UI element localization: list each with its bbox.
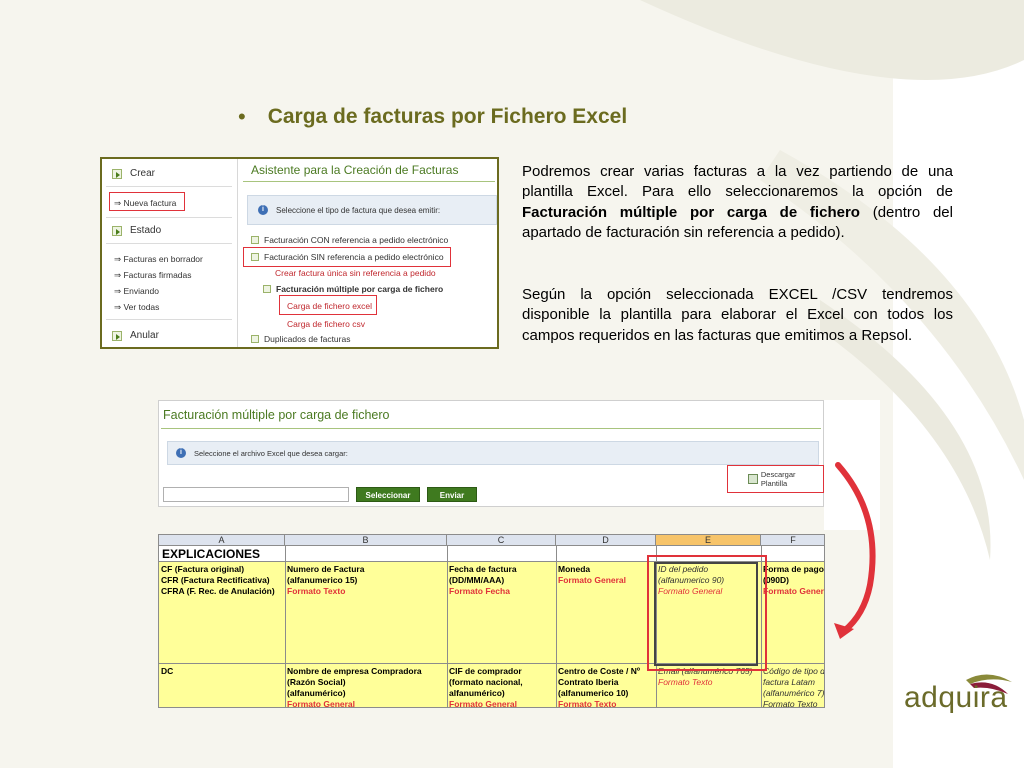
cell-c2: Fecha de factura (DD/MM/AAA) Formato Fec… [449,564,517,596]
menu-item-ver-todas[interactable]: ⇒ Ver todas [114,302,159,313]
left-menu: Crear ⇒ Nueva factura Estado ⇒ Facturas … [102,159,238,347]
expand-arrow-icon [112,330,122,341]
paragraph-2: Según la opción seleccionada EXCEL /CSV … [522,286,953,344]
option-factura-unica[interactable]: Crear factura única sin referencia a ped… [275,268,436,278]
slide-title-row: • Carga de facturas por Fichero Excel [238,104,627,130]
title-bullet: • [238,104,246,129]
select-file-button[interactable]: Seleccionar [356,487,420,502]
menu-item-borrador[interactable]: ⇒ Facturas en borrador [114,254,203,265]
divider [106,186,232,187]
wizard-info-box: i Seleccione el tipo de factura que dese… [247,195,497,225]
column-header-d: D [556,535,656,546]
wizard-screenshot: Crear ⇒ Nueva factura Estado ⇒ Facturas … [100,157,499,349]
download-template-link[interactable]: Descargar Plantilla [727,465,824,493]
info-icon: i [258,205,268,215]
expand-arrow-icon [263,285,271,293]
expand-arrow-icon [112,168,122,179]
column-header-a: A [159,535,285,546]
option-fichero-excel[interactable]: Carga de fichero excel [287,301,372,311]
divider [243,181,495,182]
divider [161,428,821,429]
option-fichero-csv[interactable]: Carga de fichero csv [287,319,365,329]
upload-header: Facturación múltiple por carga de ficher… [163,408,390,422]
paragraph-1: Podremos crear varias facturas a la vez … [522,163,953,241]
excel-file-icon [748,474,758,484]
expand-arrow-icon [251,236,259,244]
cell-d2: Moneda Formato General [558,564,627,585]
option-con-referencia[interactable]: Facturación CON referencia a pedido elec… [251,235,448,245]
menu-item-enviando[interactable]: ⇒ Enviando [114,286,159,297]
cell-b3: Nombre de empresa Compradora (Razón Soci… [287,666,422,708]
option-duplicados[interactable]: Duplicados de facturas [251,334,350,344]
column-header-e: E [656,535,761,546]
upload-info-box: i Seleccione el archivo Excel que desea … [167,441,819,465]
menu-item-firmadas[interactable]: ⇒ Facturas firmadas [114,270,192,281]
upload-screenshot: Facturación múltiple por carga de ficher… [158,400,824,507]
wizard-header: Asistente para la Creación de Facturas [251,163,459,177]
file-path-input[interactable] [163,487,349,502]
wizard-panel: Asistente para la Creación de Facturas i… [239,159,497,347]
menu-item-nueva-factura[interactable]: ⇒ Nueva factura [114,198,176,209]
column-header-f: F [761,535,824,546]
cell-f3: Código de tipo de factura Latam (alfanum… [763,666,825,708]
menu-section-crear[interactable]: Crear [112,168,155,179]
cell-c3: CIF de comprador (formato nacional, alfa… [449,666,523,708]
cell-b2: Numero de Factura (alfanumerico 15) Form… [287,564,365,596]
bold-option: Facturación múltiple por carga de ficher… [522,203,860,221]
cell-f2: Forma de pago (090D) Formato General [763,564,825,596]
expand-arrow-icon [112,225,122,236]
menu-section-estado[interactable]: Estado [112,225,161,236]
divider [106,217,232,218]
column-header-b: B [285,535,447,546]
divider [106,319,232,320]
slide-title: Carga de facturas por Fichero Excel [267,105,628,128]
explicaciones-cell: EXPLICACIONES [162,547,261,561]
column-header-c: C [447,535,556,546]
option-sin-referencia[interactable]: Facturación SIN referencia a pedido elec… [251,252,444,262]
cell-a3: DC [161,666,174,676]
divider [106,243,232,244]
expand-arrow-icon [251,253,259,261]
excel-template: A B C D E F EXPLICACIONES CF (Factura or… [158,534,825,708]
adquira-logo-text: adquira [904,681,1008,714]
info-icon: i [176,448,186,458]
highlight-id-pedido [647,555,767,671]
send-button[interactable]: Enviar [427,487,477,502]
curved-arrow-icon [834,462,876,639]
option-multiple[interactable]: Facturación múltiple por carga de ficher… [263,284,443,294]
cell-d3: Centro de Coste / Nº Contrato Iberia (al… [558,666,640,708]
expand-arrow-icon [251,335,259,343]
cell-a2: CF (Factura original) CFR (Factura Recti… [161,564,275,596]
menu-section-anular[interactable]: Anular [112,330,159,341]
